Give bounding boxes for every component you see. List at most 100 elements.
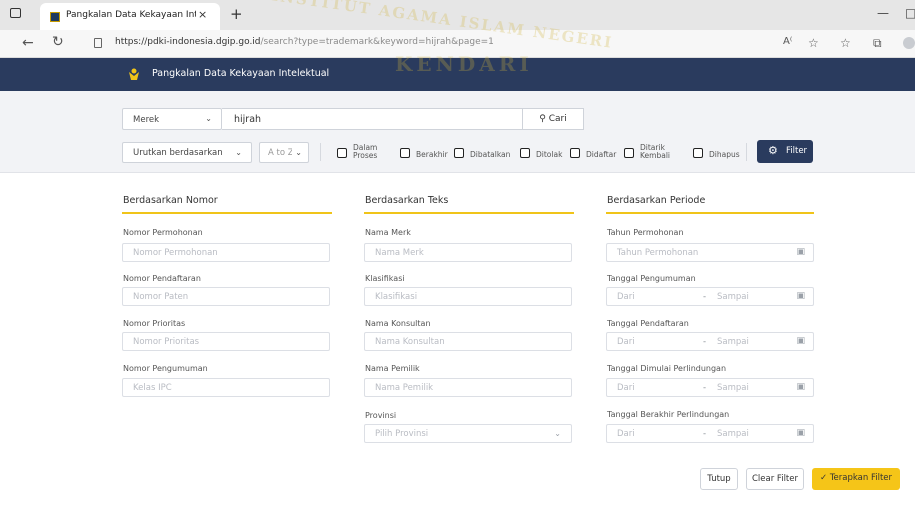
nama-pemilik-input[interactable]: Nama Pemilik	[364, 378, 572, 397]
chevron-down-icon: ⌄	[554, 429, 561, 438]
column-heading-teks: Berdasarkan Teks	[365, 195, 449, 206]
checkbox-dibatalkan[interactable]	[454, 148, 464, 158]
field-label: Nama Merk	[365, 228, 411, 237]
provinsi-select[interactable]: Pilih Provinsi ⌄	[364, 424, 572, 443]
tanggal-pengumuman-range[interactable]: Dari - Sampai ▣	[606, 287, 814, 306]
date-to: Sampai	[717, 337, 749, 347]
heading-underline	[122, 212, 332, 214]
gear-icon: ⚙	[768, 144, 778, 157]
field-label: Nomor Pendaftaran	[123, 274, 201, 283]
tanggal-pendaftaran-range[interactable]: Dari - Sampai ▣	[606, 332, 814, 351]
search-icon: ⚲	[539, 114, 546, 124]
tab-close-icon[interactable]: ×	[198, 8, 207, 21]
check-icon: ✓	[819, 473, 828, 483]
keyword-input[interactable]: hijrah	[222, 108, 522, 130]
calendar-icon: ▣	[796, 428, 805, 438]
url-path: /search?type=trademark&keyword=hijrah&pa…	[260, 37, 494, 47]
read-aloud-icon[interactable]: A⁽	[783, 36, 792, 47]
chevron-down-icon: ⌄	[295, 148, 302, 157]
type-select-value: Merek	[133, 115, 160, 125]
type-select[interactable]: Merek ⌄	[122, 108, 222, 130]
collections-icon[interactable]: ⧉	[873, 36, 882, 51]
search-button[interactable]: ⚲ Cari	[522, 108, 584, 130]
browser-tab-bar: Pangkalan Data Kekayaan Intele × + — □	[0, 0, 915, 30]
date-to: Sampai	[717, 383, 749, 393]
field-label: Klasifikasi	[365, 274, 405, 283]
order-select-value: A to Z	[268, 148, 292, 158]
refresh-icon[interactable]: ↻	[52, 34, 64, 50]
field-label: Nama Pemilik	[365, 364, 420, 373]
chevron-down-icon: ⌄	[205, 114, 212, 123]
browser-tab[interactable]: Pangkalan Data Kekayaan Intele ×	[40, 3, 220, 30]
checkbox-ditolak[interactable]	[520, 148, 530, 158]
tab-actions-icon[interactable]	[10, 8, 21, 18]
order-select[interactable]: A to Z ⌄	[259, 142, 309, 163]
date-from: Dari	[617, 292, 635, 302]
checkbox-label: Dihapus	[709, 150, 740, 159]
site-title: Pangkalan Data Kekayaan Intelektual	[152, 68, 330, 79]
nomor-prioritas-input[interactable]: Nomor Prioritas	[122, 332, 330, 351]
nomor-permohonan-input[interactable]: Nomor Permohonan	[122, 243, 330, 262]
site-header: Pangkalan Data Kekayaan Intelektual	[0, 58, 915, 91]
nomor-pengumuman-input[interactable]: Kelas IPC	[122, 378, 330, 397]
favorites-icon[interactable]: ☆	[840, 36, 851, 50]
restore-icon[interactable]: □	[905, 6, 915, 20]
range-separator: -	[703, 383, 707, 393]
nama-merk-input[interactable]: Nama Merk	[364, 243, 572, 262]
date-from: Dari	[617, 383, 635, 393]
minimize-icon[interactable]: —	[877, 6, 889, 20]
apply-filter-label: Terapkan Filter	[829, 473, 893, 483]
divider	[746, 143, 747, 161]
tahun-permohonan-input[interactable]: Tahun Permohonan ▣	[606, 243, 814, 262]
field-label: Tanggal Dimulai Perlindungan	[607, 364, 727, 373]
tanggal-berakhir-range[interactable]: Dari - Sampai ▣	[606, 424, 814, 443]
klasifikasi-input[interactable]: Klasifikasi	[364, 287, 572, 306]
field-label: Nomor Pengumuman	[123, 364, 208, 373]
address-bar: ← ↻ https://pdki-indonesia.dgip.go.id/se…	[0, 30, 915, 58]
tahun-permohonan-placeholder: Tahun Permohonan	[617, 248, 699, 258]
checkbox-label: Dalam Proses	[353, 143, 378, 160]
calendar-icon: ▣	[796, 247, 805, 257]
sort-select[interactable]: Urutkan berdasarkan ⌄	[122, 142, 252, 163]
url-main: https://pdki-indonesia.dgip.go.id	[115, 37, 261, 47]
field-label: Tanggal Pengumuman	[607, 274, 696, 283]
field-label: Tanggal Berakhir Perlindungan	[607, 410, 730, 419]
nomor-pendaftaran-input[interactable]: Nomor Paten	[122, 287, 330, 306]
site-favicon-icon	[50, 12, 60, 22]
checkbox-label: Didaftar	[586, 150, 617, 159]
close-button[interactable]: Tutup	[700, 468, 738, 490]
lock-icon[interactable]	[94, 38, 102, 48]
filter-button-label: Filter	[786, 146, 808, 156]
checkbox-ditarik-kembali[interactable]	[624, 148, 634, 158]
calendar-icon: ▣	[796, 382, 805, 392]
field-label: Provinsi	[365, 411, 397, 420]
range-separator: -	[703, 292, 707, 302]
calendar-icon: ▣	[796, 336, 805, 346]
chevron-down-icon: ⌄	[235, 148, 242, 157]
nama-konsultan-input[interactable]: Nama Konsultan	[364, 332, 572, 351]
url-field[interactable]: https://pdki-indonesia.dgip.go.id/search…	[115, 37, 494, 47]
new-tab-icon[interactable]: +	[230, 5, 243, 23]
filter-button[interactable]: ⚙ Filter	[757, 140, 813, 163]
checkbox-dihapus[interactable]	[693, 148, 703, 158]
apply-filter-button[interactable]: ✓ Terapkan Filter	[812, 468, 900, 490]
back-icon[interactable]: ←	[22, 35, 34, 51]
heading-underline	[606, 212, 814, 214]
favorite-star-icon[interactable]: ☆	[808, 36, 819, 50]
field-label: Nomor Prioritas	[123, 319, 186, 328]
checkbox-didaftar[interactable]	[570, 148, 580, 158]
checkbox-berakhir[interactable]	[400, 148, 410, 158]
tanggal-dimulai-range[interactable]: Dari - Sampai ▣	[606, 378, 814, 397]
checkbox-label: Ditarik Kembali	[640, 143, 670, 160]
clear-filter-button[interactable]: Clear Filter	[746, 468, 804, 490]
range-separator: -	[703, 429, 707, 439]
heading-underline	[364, 212, 574, 214]
checkbox-label: Berakhir	[416, 150, 448, 159]
provinsi-placeholder: Pilih Provinsi	[375, 429, 429, 439]
checkbox-label: Ditolak	[536, 150, 563, 159]
column-heading-periode: Berdasarkan Periode	[607, 195, 706, 206]
checkbox-dalam-proses[interactable]	[337, 148, 347, 158]
tab-title: Pangkalan Data Kekayaan Intele	[66, 10, 196, 20]
profile-avatar[interactable]	[903, 37, 915, 49]
date-to: Sampai	[717, 429, 749, 439]
